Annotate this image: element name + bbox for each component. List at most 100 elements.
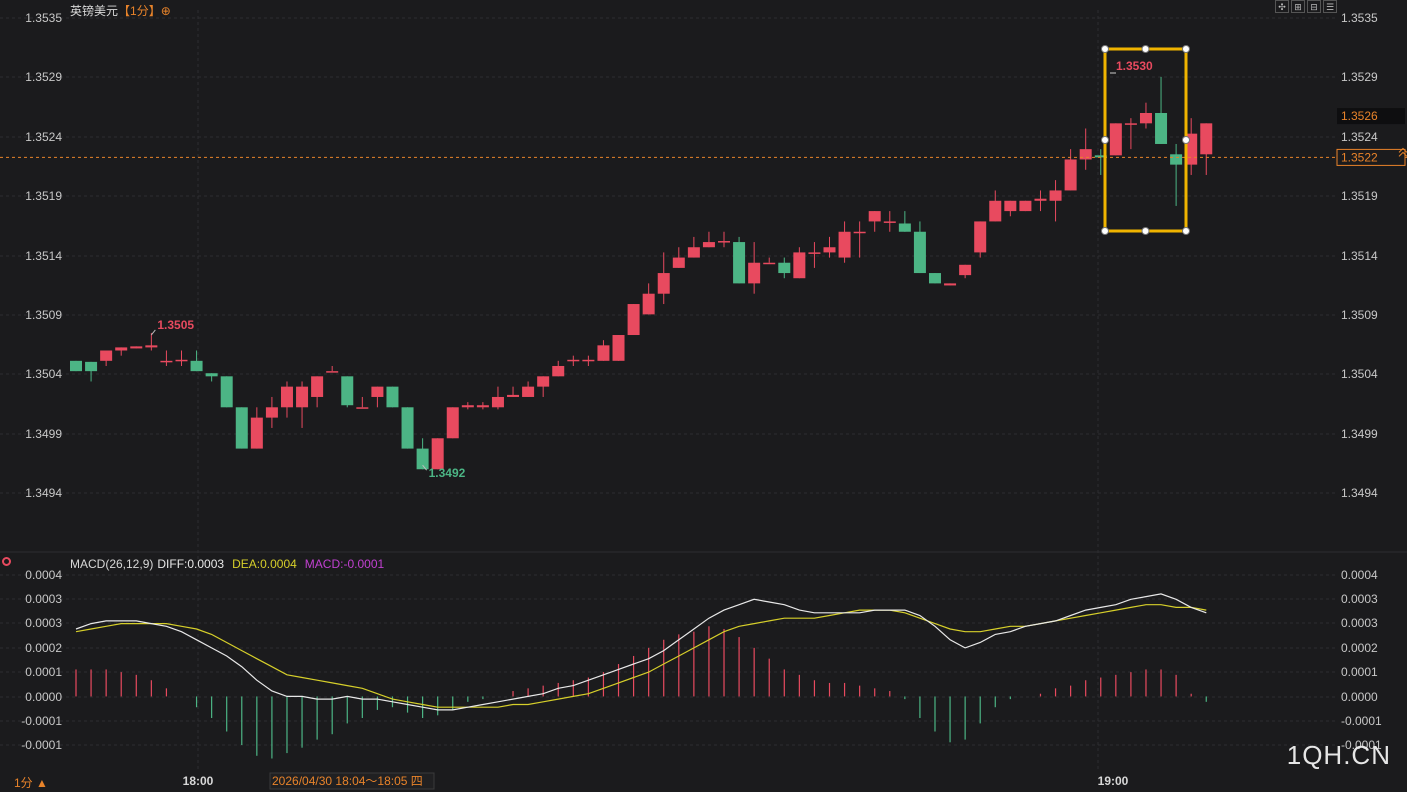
candle-down[interactable] xyxy=(733,242,746,284)
candle-up[interactable] xyxy=(1124,123,1137,125)
candle-down[interactable] xyxy=(341,376,354,406)
candle-up[interactable] xyxy=(265,407,278,418)
candle-up[interactable] xyxy=(974,221,987,253)
candle-up[interactable] xyxy=(522,386,535,397)
candle-up[interactable] xyxy=(431,438,444,470)
candle-up[interactable] xyxy=(944,283,957,286)
candle-up[interactable] xyxy=(808,252,821,254)
selection-handle[interactable] xyxy=(1182,45,1190,53)
selection-handle[interactable] xyxy=(1101,136,1109,144)
indicator-settings-icon[interactable] xyxy=(2,557,11,566)
zoom-in-icon[interactable]: ⊞ xyxy=(1291,0,1305,13)
candle-up[interactable] xyxy=(823,247,836,253)
candle-up[interactable] xyxy=(989,200,1002,222)
selection-handle[interactable] xyxy=(1101,45,1109,53)
candle-up[interactable] xyxy=(296,386,309,408)
candle-up[interactable] xyxy=(597,345,610,361)
candle-up[interactable] xyxy=(446,407,459,439)
selection-handle[interactable] xyxy=(1182,136,1190,144)
candle-up[interactable] xyxy=(311,376,324,397)
candle-down[interactable] xyxy=(205,373,218,377)
candle-up[interactable] xyxy=(763,262,776,265)
settings-icon[interactable]: ⊕ xyxy=(161,4,171,18)
candle-up[interactable] xyxy=(100,350,113,361)
candle-up[interactable] xyxy=(160,360,173,363)
macd-value: MACD:-0.0001 xyxy=(304,557,385,571)
zoom-out-icon[interactable]: ⊟ xyxy=(1307,0,1321,13)
candle-up[interactable] xyxy=(115,347,128,351)
candle-down[interactable] xyxy=(190,360,203,372)
candle-up[interactable] xyxy=(491,396,504,408)
candle-up[interactable] xyxy=(130,346,143,349)
candle-up[interactable] xyxy=(718,241,731,243)
candle-up[interactable] xyxy=(1064,159,1077,191)
candle-up[interactable] xyxy=(1200,123,1213,155)
candle-down[interactable] xyxy=(898,223,911,232)
candle-down[interactable] xyxy=(928,273,941,284)
candle-up[interactable] xyxy=(883,221,896,223)
candle-down[interactable] xyxy=(1170,154,1183,165)
candle-down[interactable] xyxy=(85,361,98,372)
candle-up[interactable] xyxy=(1019,200,1032,212)
candle-up[interactable] xyxy=(642,293,655,315)
selection-handle[interactable] xyxy=(1141,227,1150,235)
candle-up[interactable] xyxy=(612,335,625,361)
candle-up[interactable] xyxy=(853,231,866,234)
candle-up[interactable] xyxy=(507,394,520,397)
candle-up[interactable] xyxy=(1079,149,1092,160)
candle-up[interactable] xyxy=(582,359,595,362)
candle-up[interactable] xyxy=(687,247,700,258)
candle-up[interactable] xyxy=(537,376,550,387)
candle-down[interactable] xyxy=(235,407,248,449)
selection-handle[interactable] xyxy=(1182,227,1190,235)
candle-down[interactable] xyxy=(401,407,414,449)
candle-down[interactable] xyxy=(386,386,399,408)
selection-handle[interactable] xyxy=(1141,45,1150,53)
candle-up[interactable] xyxy=(748,262,761,284)
candle-up[interactable] xyxy=(959,264,972,276)
candle-up[interactable] xyxy=(552,365,565,377)
candle-up[interactable] xyxy=(461,405,474,408)
macd-axis-left-tick: 0.0003 xyxy=(25,616,62,630)
candle-up[interactable] xyxy=(868,211,881,222)
candle-up[interactable] xyxy=(1004,200,1017,212)
diff-line xyxy=(75,593,1207,711)
low-price-label: 1.3492 xyxy=(429,466,466,480)
candle-up[interactable] xyxy=(476,405,489,408)
candle-up[interactable] xyxy=(567,359,580,362)
candle-down[interactable] xyxy=(913,231,926,274)
candle-up[interactable] xyxy=(356,407,369,409)
candle-up[interactable] xyxy=(793,252,806,279)
menu-icon[interactable]: ☰ xyxy=(1323,0,1337,13)
candle-down[interactable] xyxy=(1155,113,1168,144)
candle-up[interactable] xyxy=(657,273,670,294)
candle-up[interactable] xyxy=(1139,113,1152,124)
crosshair-tool-icon[interactable]: ✣ xyxy=(1275,0,1289,13)
candle-down[interactable] xyxy=(220,376,233,408)
candle-down[interactable] xyxy=(70,360,82,372)
price-axis-right-tick: 1.3514 xyxy=(1341,249,1378,263)
macd-axis-left-tick: 0.0002 xyxy=(25,641,62,655)
candle-down[interactable] xyxy=(778,262,791,274)
candle-down[interactable] xyxy=(416,448,429,470)
candle-up[interactable] xyxy=(1109,123,1122,156)
candle-up[interactable] xyxy=(175,359,188,362)
candle-up[interactable] xyxy=(627,304,640,336)
period-selector[interactable]: 1分 ▲ xyxy=(14,774,48,791)
macd-dea: DEA:0.0004 xyxy=(232,557,297,571)
candle-up[interactable] xyxy=(838,231,851,258)
candle-up[interactable] xyxy=(1049,190,1062,201)
candle-up[interactable] xyxy=(326,371,339,373)
candle-up[interactable] xyxy=(702,242,715,248)
chart-canvas[interactable]: 1.3535 1.3535 1.3529 1.3529 1.3524 1.3524 1.35… xyxy=(0,0,1407,792)
selection-handle[interactable] xyxy=(1101,227,1109,235)
candle-up[interactable] xyxy=(280,386,293,408)
macd-name[interactable]: MACD(26,12,9) xyxy=(70,557,153,571)
period-label[interactable]: 【1分】 xyxy=(118,4,161,18)
candle-up[interactable] xyxy=(145,345,158,348)
symbol-name: 英镑美元 xyxy=(70,4,119,18)
candle-up[interactable] xyxy=(250,417,263,449)
candle-up[interactable] xyxy=(371,386,384,397)
candle-up[interactable] xyxy=(672,257,685,268)
candle-up[interactable] xyxy=(1034,198,1047,201)
